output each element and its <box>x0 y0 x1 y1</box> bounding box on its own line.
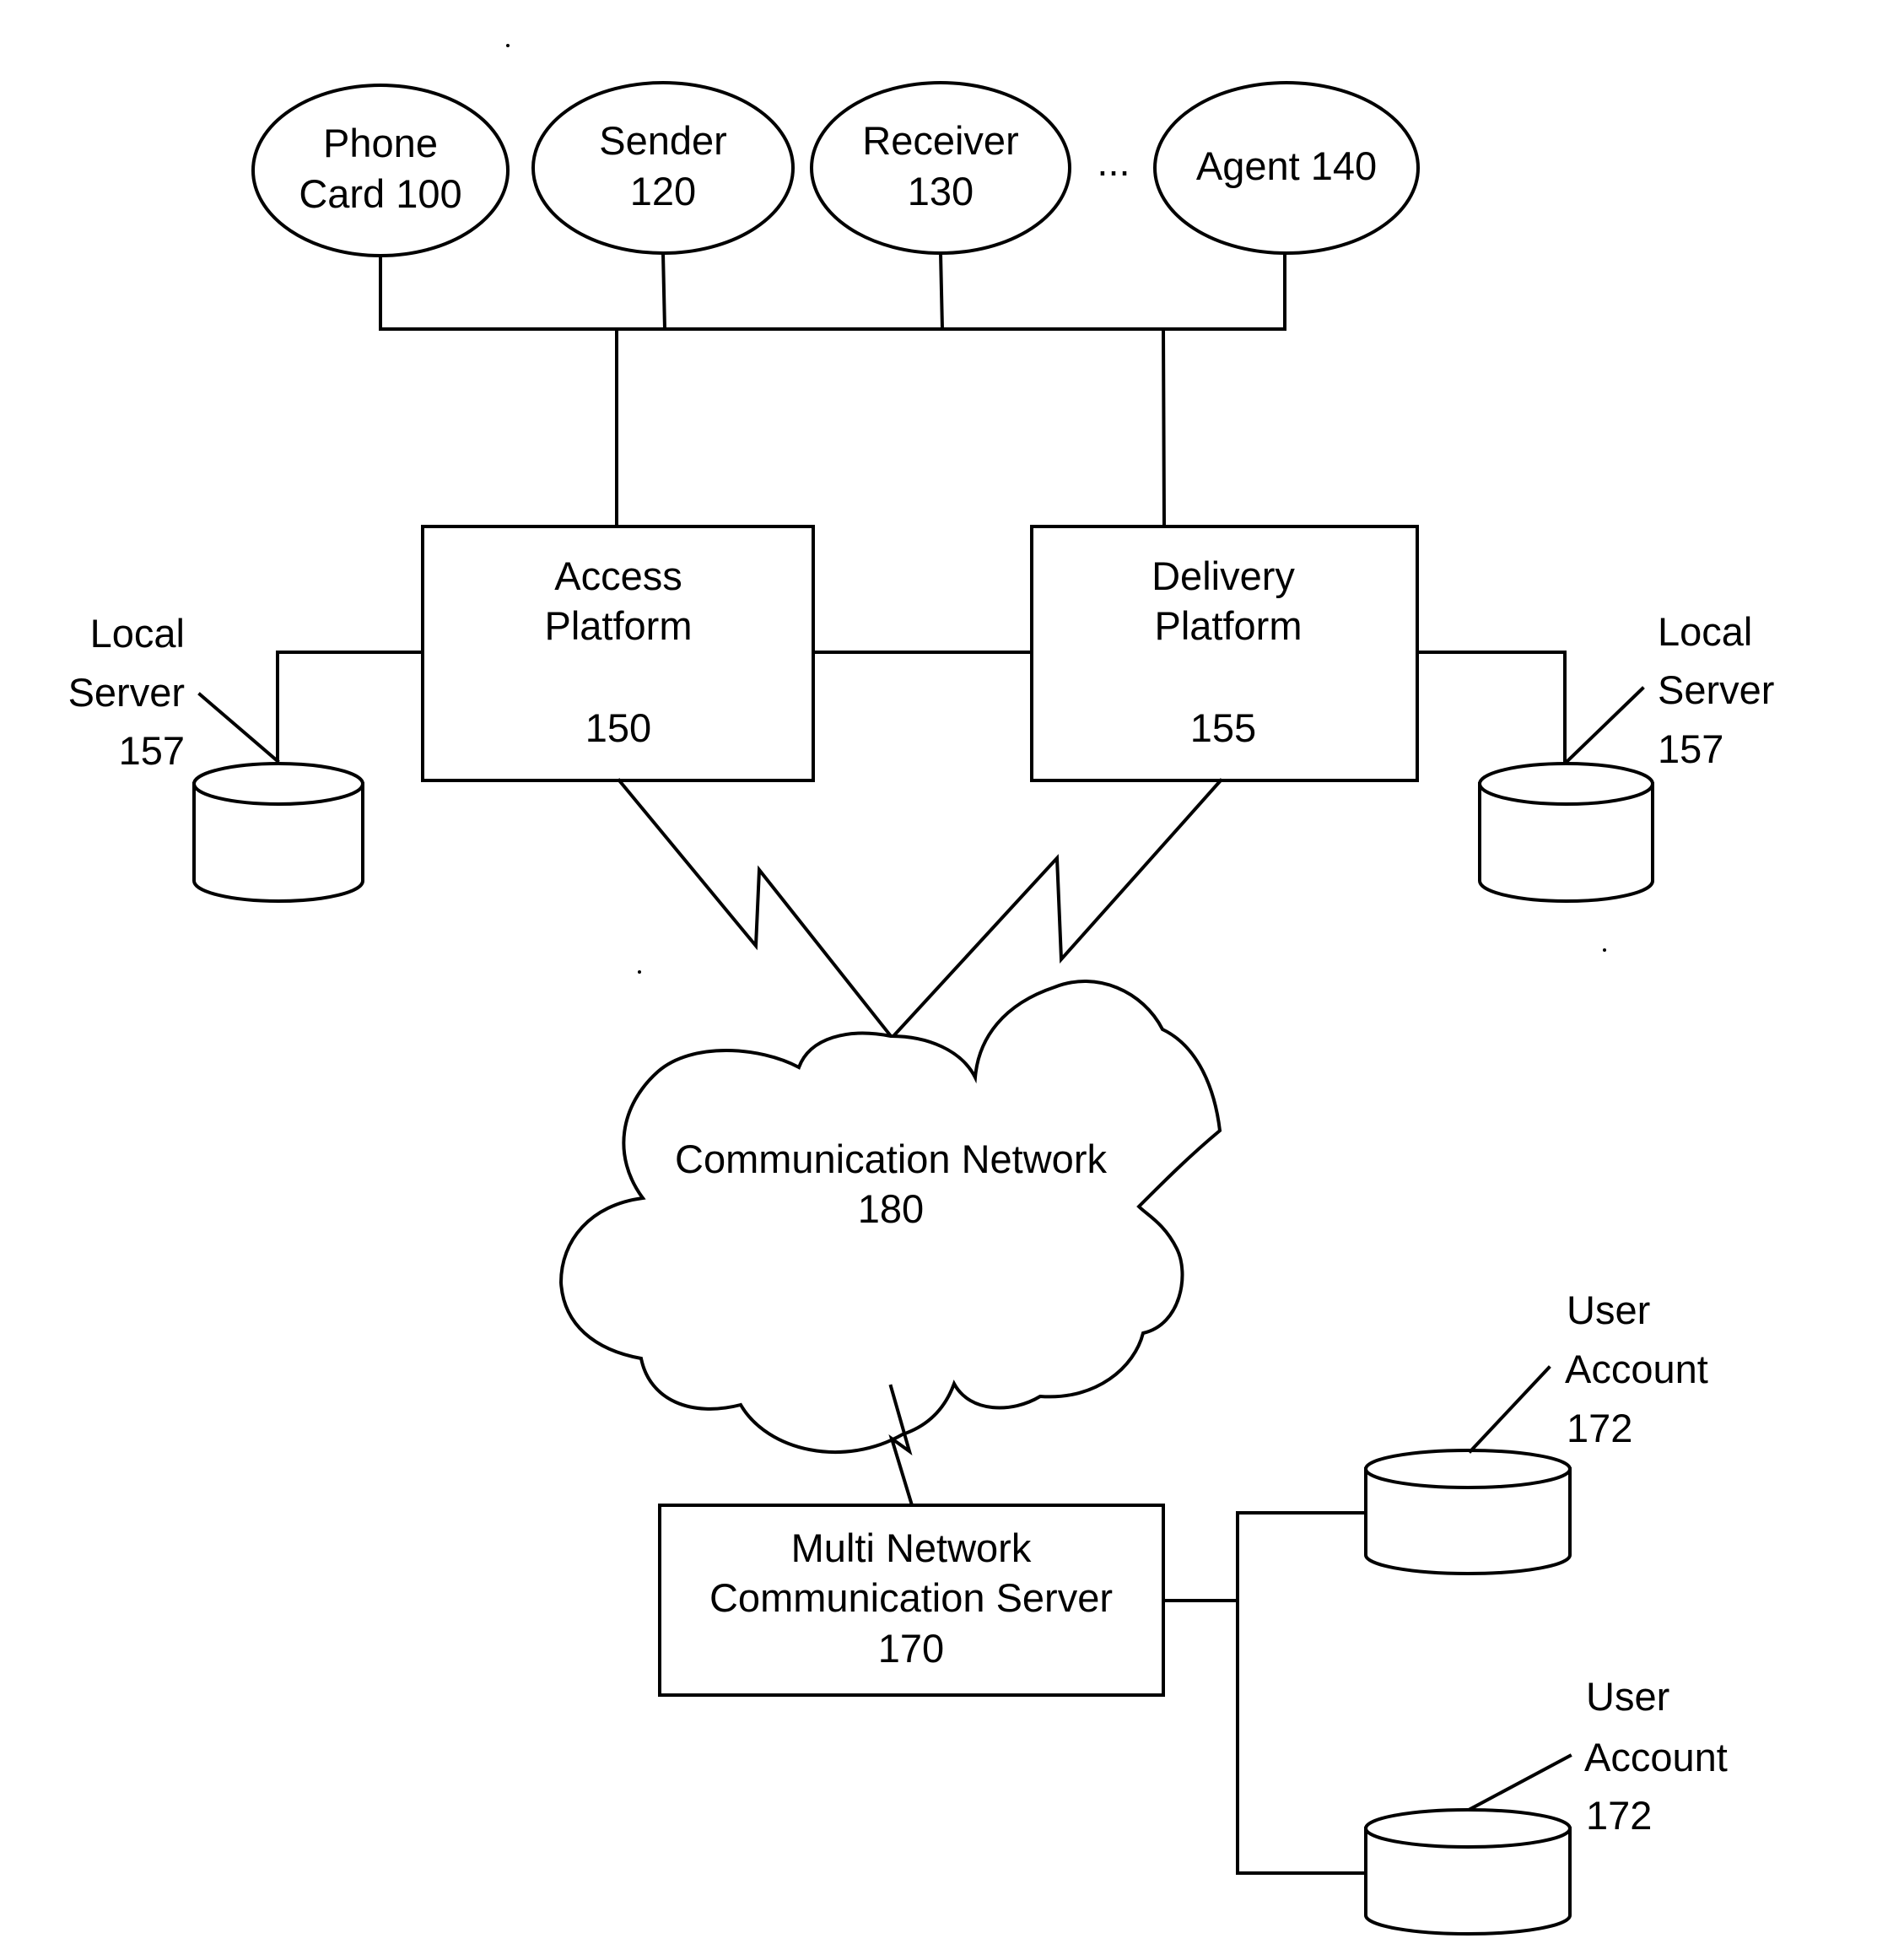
speck <box>638 970 641 974</box>
leader-line <box>1468 1365 1551 1454</box>
local-server-label: Local <box>90 611 185 656</box>
entity-label: Agent 140 <box>1196 143 1377 188</box>
network-number: 180 <box>858 1186 924 1231</box>
leader-line <box>197 692 280 764</box>
speck <box>506 44 510 47</box>
local-server-label: 157 <box>1658 726 1723 771</box>
multi-network-server-box: Multi Network Communication Server 170 <box>658 1504 1165 1697</box>
server-label: Multi Network <box>791 1525 1032 1570</box>
local-server-right: Local Server 157 <box>1416 609 1774 903</box>
user-account-label: User <box>1586 1674 1669 1719</box>
user-account-label: Account <box>1565 1347 1708 1391</box>
entity-label: 130 <box>908 169 974 213</box>
leader-line <box>1468 1753 1572 1812</box>
entity-label: Phone <box>323 121 438 165</box>
delivery-platform-box: Delivery Platform 155 <box>1030 525 1419 782</box>
network-label: Communication Network <box>675 1137 1107 1181</box>
delivery-platform-label: Platform <box>1155 603 1303 648</box>
entity-bus <box>379 251 1286 529</box>
server-number: 170 <box>878 1626 944 1671</box>
user-account-label: Account <box>1584 1735 1728 1779</box>
access-platform-number: 150 <box>585 705 651 750</box>
local-server-label: 157 <box>119 728 185 773</box>
user-account-top: User Account 172 <box>1363 1288 1708 1575</box>
delivery-platform-number: 155 <box>1190 705 1256 750</box>
local-server-left: Local Server 157 <box>68 611 424 903</box>
leader-line <box>1565 686 1645 764</box>
wireless-link-access <box>617 778 893 1039</box>
communication-network-cloud: Communication Network 180 <box>558 980 1222 1455</box>
user-account-label: User <box>1567 1288 1650 1332</box>
access-platform-label: Platform <box>545 603 693 648</box>
speck <box>1603 948 1606 952</box>
entity-sender: Sender 120 <box>531 81 795 255</box>
access-platform-box: Access Platform 150 <box>421 525 815 782</box>
entity-receiver: Receiver 130 <box>810 81 1071 255</box>
user-account-bus <box>1162 1511 1367 1875</box>
entity-agent: Agent 140 <box>1153 81 1420 255</box>
user-account-label: 172 <box>1586 1793 1652 1838</box>
entity-phone-card: Phone Card 100 <box>251 84 510 257</box>
ellipsis-mark: ... <box>1097 139 1130 184</box>
local-server-label: Server <box>68 670 185 715</box>
entity-label: 120 <box>630 169 696 213</box>
entity-label: Receiver <box>862 118 1018 163</box>
server-label: Communication Server <box>709 1575 1113 1620</box>
user-account-bottom: User Account 172 <box>1363 1674 1728 1936</box>
local-server-label: Local <box>1658 609 1752 654</box>
local-server-label: Server <box>1658 667 1774 712</box>
system-diagram: Phone Card 100 Sender 120 Receiver 130 .… <box>68 44 1774 1936</box>
user-account-label: 172 <box>1567 1406 1632 1450</box>
delivery-platform-label: Delivery <box>1152 553 1295 598</box>
entity-label: Sender <box>599 118 727 163</box>
access-platform-label: Access <box>554 553 682 598</box>
entity-label: Card 100 <box>299 171 461 216</box>
